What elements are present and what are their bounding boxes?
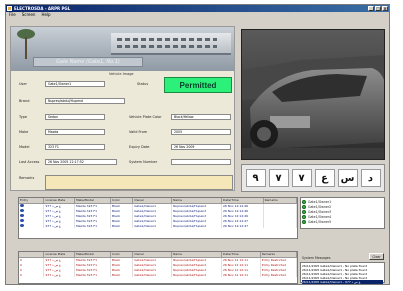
- gates-list[interactable]: Gate1/Owner1 Gate1/Owner2 Gate1/Owner3 G…: [300, 197, 385, 229]
- car-icon: [20, 209, 24, 212]
- menu-help[interactable]: Help: [41, 12, 50, 18]
- cell: Nupreo/abdul/Hupend: [171, 272, 223, 277]
- system-number-label: System Number: [129, 160, 158, 164]
- plate-char: ع: [314, 169, 335, 187]
- denied-log-table[interactable]: License Plate Make/Model Color Owner Nam…: [18, 251, 298, 284]
- plate-char: ٧: [291, 169, 312, 187]
- status-led-icon: [302, 214, 306, 219]
- expiry-date-field[interactable]: 26 Nov 2009: [171, 144, 231, 150]
- close-button[interactable]: ×: [382, 6, 388, 11]
- status-led-icon: [302, 199, 306, 204]
- brand-label: Brand: [19, 99, 30, 103]
- cell: ع س د 977: [43, 223, 75, 228]
- title-bar: ELECTROSDA - ARPR PGL _ □ ×: [6, 5, 389, 12]
- plate-recognition-panel: ٩ ٧ ٧ ع س د: [241, 164, 385, 192]
- cell: Entry Restricted: [260, 272, 297, 277]
- gate-label: Gate1/Owner1: [308, 199, 332, 204]
- system-number-field[interactable]: [171, 159, 231, 165]
- plate-char: س: [337, 169, 358, 187]
- brand-field[interactable]: Nupreo/abdul/Hupend: [45, 98, 125, 104]
- cell: Mazda 323 F1: [74, 272, 112, 277]
- plate-color-field[interactable]: Black/Yellow: [171, 114, 231, 120]
- valid-from-field[interactable]: 2005: [171, 129, 231, 135]
- list-item[interactable]: 26/11/2005 Gate1/Owner1 - ع س د 977: [302, 280, 383, 284]
- camera-feed: [241, 29, 385, 160]
- type-label: Type: [19, 115, 28, 119]
- remarks-label: Remarks: [19, 176, 35, 180]
- clear-button[interactable]: Clear: [369, 253, 384, 260]
- car-icon: [20, 214, 24, 217]
- type-field[interactable]: Sedan: [45, 114, 105, 120]
- cell: 26 Nov 12 12:11: [221, 272, 261, 277]
- banner-image: Gate Name (Gate1, No.1): [11, 27, 234, 71]
- user-label: User: [19, 82, 27, 86]
- table-row[interactable]: ع س د 977 Mazda 323 F1 Black Gate1/Owner…: [19, 223, 297, 228]
- system-messages-label: System Messages: [302, 256, 331, 260]
- last-access-label: Last Access: [19, 160, 40, 164]
- status-led-icon: [302, 219, 306, 224]
- model-label: Model: [19, 145, 30, 149]
- remarks-field[interactable]: [45, 175, 233, 190]
- plate-color-label: Vehicle Plate Color: [129, 115, 162, 119]
- status-label: Status: [137, 82, 149, 86]
- model-field[interactable]: 323 F1: [45, 144, 105, 150]
- cell: Black: [110, 272, 134, 277]
- app-icon: [7, 6, 12, 11]
- gate-label: Gate1/Owner5: [308, 219, 332, 224]
- gate-label: Gate1/Owner4: [308, 214, 332, 219]
- palm-tree-graphic: [17, 29, 35, 59]
- menu-file[interactable]: File: [9, 12, 16, 18]
- building-graphic: [111, 33, 231, 55]
- cell: Gate1/Owner1: [132, 272, 173, 277]
- cell: Gate1/Owner1: [132, 223, 173, 228]
- cell: Mazda 323 F1: [74, 223, 112, 228]
- status-led-icon: [302, 209, 306, 214]
- gate-label: Gate1/Owner2: [308, 204, 332, 209]
- menu-bar: File Screen Help: [6, 12, 389, 18]
- car-image: [242, 30, 384, 159]
- access-status-indicator: Permitted: [164, 77, 232, 93]
- car-icon: [20, 204, 24, 208]
- expiry-date-label: Expiry Date: [129, 145, 150, 149]
- make-field[interactable]: Mazda: [45, 129, 105, 135]
- plate-char: ٧: [268, 169, 289, 187]
- gate-label: Gate1/Owner3: [308, 209, 332, 214]
- make-label: Make: [19, 130, 29, 134]
- cell: Nupreo/abdul/Hupend: [171, 223, 223, 228]
- system-messages-list[interactable]: 26/11/2005 Gate1/Owner1 - No plate found…: [300, 262, 385, 284]
- cell: 0: [19, 272, 45, 277]
- vehicle-info-panel: Gate Name (Gate1, No.1) Vehicle Image Us…: [10, 26, 235, 191]
- minimize-button[interactable]: _: [368, 6, 374, 11]
- window-title: ELECTROSDA - ARPR PGL: [14, 6, 71, 11]
- cell: [263, 223, 297, 228]
- cell: ع س د 977: [43, 272, 75, 277]
- gate-item[interactable]: Gate1/Owner5: [302, 219, 383, 224]
- user-field[interactable]: Gate1/Owner1: [45, 81, 105, 87]
- maximize-button[interactable]: □: [375, 6, 381, 11]
- vehicle-section-title: Vehicle Image: [109, 72, 134, 76]
- table-row[interactable]: 0 ع س د 977 Mazda 323 F1 Black Gate1/Own…: [19, 272, 297, 277]
- cell: 26 Nov 12:12:47: [221, 223, 264, 228]
- car-icon: [20, 224, 24, 227]
- plate-char: د: [360, 169, 381, 187]
- menu-screen[interactable]: Screen: [22, 12, 36, 18]
- status-led-icon: [302, 204, 306, 209]
- row-icon-cell: [19, 223, 45, 228]
- cell: Black: [110, 223, 134, 228]
- gate-name-box: Gate Name (Gate1, No.1): [33, 57, 143, 67]
- plate-char: ٩: [245, 169, 266, 187]
- car-icon: [20, 219, 24, 222]
- last-access-field[interactable]: 26 Nov 2005 12:17:52: [45, 159, 117, 165]
- valid-from-label: Valid From: [129, 130, 148, 134]
- access-log-table[interactable]: Entry License Plate Make/Model Color Own…: [18, 197, 298, 239]
